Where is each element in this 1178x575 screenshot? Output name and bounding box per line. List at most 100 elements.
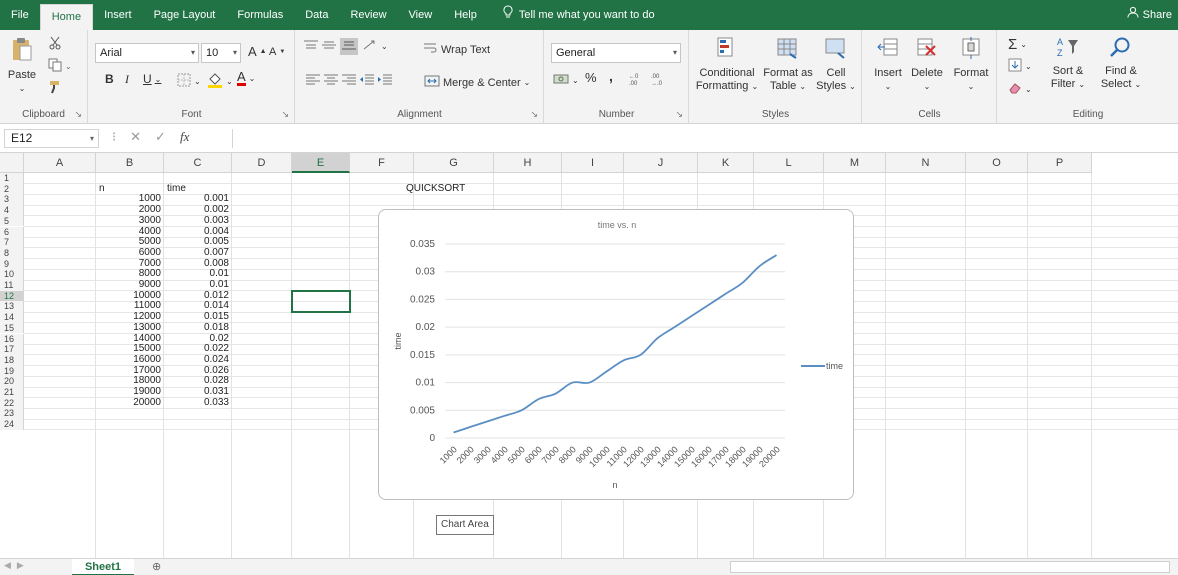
italic-button[interactable]: I bbox=[125, 72, 129, 87]
increase-indent-button[interactable] bbox=[378, 74, 392, 89]
decrease-decimal-button[interactable]: .00 →.0 bbox=[649, 72, 667, 89]
wrap-text-button[interactable]: Wrap Text bbox=[424, 42, 490, 57]
top-align-button[interactable] bbox=[304, 40, 318, 53]
column-header-i[interactable]: I bbox=[562, 153, 624, 173]
accounting-format-button[interactable]: ⌄ bbox=[553, 73, 579, 88]
horizontal-scrollbar[interactable] bbox=[730, 561, 1170, 573]
column-header-j[interactable]: J bbox=[624, 153, 698, 173]
row-header-11[interactable]: 11 bbox=[0, 280, 24, 291]
bottom-align-button[interactable] bbox=[340, 38, 358, 55]
number-launcher-icon[interactable]: ↘ bbox=[675, 109, 683, 120]
row-header-21[interactable]: 21 bbox=[0, 387, 24, 398]
column-header-p[interactable]: P bbox=[1028, 153, 1092, 173]
column-header-c[interactable]: C bbox=[164, 153, 232, 173]
sort-filter-button[interactable]: AZ Sort & Filter ⌄ bbox=[1042, 36, 1094, 91]
percent-style-button[interactable]: % bbox=[585, 70, 597, 85]
share-button[interactable]: Share bbox=[1127, 0, 1172, 30]
selected-cell-e12[interactable] bbox=[291, 289, 351, 314]
row-header-22[interactable]: 22 bbox=[0, 397, 24, 409]
format-cells-button[interactable]: Format ⌄ bbox=[949, 36, 993, 93]
column-header-h[interactable]: H bbox=[494, 153, 562, 173]
column-header-f[interactable]: F bbox=[350, 153, 414, 173]
font-name-select[interactable]: Arial ▾ bbox=[95, 43, 199, 63]
decrease-indent-button[interactable] bbox=[360, 74, 374, 89]
tab-file[interactable]: File bbox=[0, 0, 40, 30]
column-header-b[interactable]: B bbox=[96, 153, 164, 173]
row-header-23[interactable]: 23 bbox=[0, 408, 24, 420]
add-sheet-button[interactable]: ⊕ bbox=[152, 560, 161, 573]
row-header-1[interactable]: 1 bbox=[0, 173, 24, 184]
row-header-19[interactable]: 19 bbox=[0, 365, 24, 377]
row-header-10[interactable]: 10 bbox=[0, 269, 24, 280]
shrink-font-button[interactable]: A ▼ bbox=[269, 46, 285, 58]
cut-button[interactable] bbox=[48, 36, 62, 53]
tab-review[interactable]: Review bbox=[339, 0, 397, 30]
row-header-7[interactable]: 7 bbox=[0, 237, 24, 248]
borders-button[interactable]: ⌄ bbox=[177, 73, 201, 90]
underline-button[interactable]: U ⌄ bbox=[143, 72, 161, 86]
column-header-n[interactable]: N bbox=[886, 153, 966, 173]
tab-home[interactable]: Home bbox=[39, 4, 94, 30]
clipboard-launcher-icon[interactable]: ↘ bbox=[74, 109, 82, 120]
format-painter-button[interactable] bbox=[48, 80, 62, 97]
middle-align-button[interactable] bbox=[322, 40, 336, 53]
tab-formulas[interactable]: Formulas bbox=[226, 0, 294, 30]
row-header-24[interactable]: 24 bbox=[0, 419, 24, 430]
tab-help[interactable]: Help bbox=[443, 0, 488, 30]
column-header-o[interactable]: O bbox=[966, 153, 1028, 173]
orientation-button[interactable]: ⌄ bbox=[362, 39, 388, 54]
row-header-18[interactable]: 18 bbox=[0, 354, 24, 366]
column-header-l[interactable]: L bbox=[754, 153, 824, 173]
paste-button[interactable]: Paste ⌄ bbox=[6, 36, 38, 95]
grow-font-button[interactable]: A ▲ bbox=[248, 44, 267, 59]
align-left-button[interactable] bbox=[306, 74, 320, 89]
column-header-k[interactable]: K bbox=[698, 153, 754, 173]
fill-color-button[interactable]: ⌄ bbox=[207, 72, 233, 91]
copy-button[interactable]: ⌄ bbox=[48, 58, 72, 75]
row-header-17[interactable]: 17 bbox=[0, 344, 24, 355]
font-size-select[interactable]: 10 ▾ bbox=[201, 43, 241, 63]
row-header-13[interactable]: 13 bbox=[0, 301, 24, 313]
column-header-m[interactable]: M bbox=[824, 153, 886, 173]
merge-center-button[interactable]: Merge & Center ⌄ bbox=[424, 75, 530, 90]
tell-me-search[interactable]: Tell me what you want to do bbox=[492, 0, 666, 30]
tab-view[interactable]: View bbox=[398, 0, 444, 30]
increase-decimal-button[interactable]: ←0.00 bbox=[627, 72, 645, 89]
row-header-4[interactable]: 4 bbox=[0, 205, 24, 216]
sheet-nav-arrows[interactable]: ◀▶ bbox=[4, 560, 30, 571]
cell-styles-button[interactable]: Cell Styles ⌄ bbox=[814, 36, 858, 93]
row-header-9[interactable]: 9 bbox=[0, 258, 24, 270]
sheet-tab-sheet1[interactable]: Sheet1 bbox=[72, 559, 134, 575]
chart-area[interactable]: time vs. n 0 0.005 0.01 0.015 0.02 0.025 0.03 0.… bbox=[378, 209, 854, 500]
format-as-table-button[interactable]: Format as Table ⌄ bbox=[762, 36, 814, 93]
insert-function-icon[interactable]: fx bbox=[180, 129, 189, 145]
insert-cells-button[interactable]: Insert ⌄ bbox=[869, 36, 907, 93]
formula-input[interactable] bbox=[232, 129, 1174, 148]
select-all-corner[interactable] bbox=[0, 153, 24, 173]
fill-button[interactable]: ⌄ bbox=[1008, 58, 1032, 75]
row-header-2[interactable]: 2 bbox=[0, 183, 24, 195]
column-header-g[interactable]: G bbox=[414, 153, 494, 173]
row-header-8[interactable]: 8 bbox=[0, 247, 24, 259]
align-right-button[interactable] bbox=[342, 74, 356, 89]
font-color-button[interactable]: A ⌄ bbox=[237, 70, 255, 86]
row-header-15[interactable]: 15 bbox=[0, 322, 24, 334]
row-header-14[interactable]: 14 bbox=[0, 312, 24, 323]
row-header-12[interactable]: 12 bbox=[0, 290, 24, 302]
cancel-icon[interactable]: ✕ bbox=[130, 129, 141, 145]
alignment-launcher-icon[interactable]: ↘ bbox=[530, 109, 538, 120]
column-header-e[interactable]: E bbox=[292, 153, 350, 173]
row-header-20[interactable]: 20 bbox=[0, 376, 24, 387]
name-box[interactable]: E12 ▾ bbox=[4, 129, 99, 148]
row-header-6[interactable]: 6 bbox=[0, 226, 24, 238]
row-header-5[interactable]: 5 bbox=[0, 215, 24, 227]
column-header-a[interactable]: A bbox=[24, 153, 96, 173]
autosum-button[interactable]: Σ ⌄ bbox=[1008, 36, 1027, 53]
bold-button[interactable]: B bbox=[105, 72, 114, 86]
find-select-button[interactable]: Find & Select ⌄ bbox=[1096, 36, 1146, 91]
row-header-3[interactable]: 3 bbox=[0, 194, 24, 206]
number-format-select[interactable]: General ▾ bbox=[551, 43, 681, 63]
delete-cells-button[interactable]: Delete ⌄ bbox=[907, 36, 947, 93]
font-launcher-icon[interactable]: ↘ bbox=[281, 109, 289, 120]
clear-button[interactable]: ⌄ bbox=[1008, 82, 1032, 97]
